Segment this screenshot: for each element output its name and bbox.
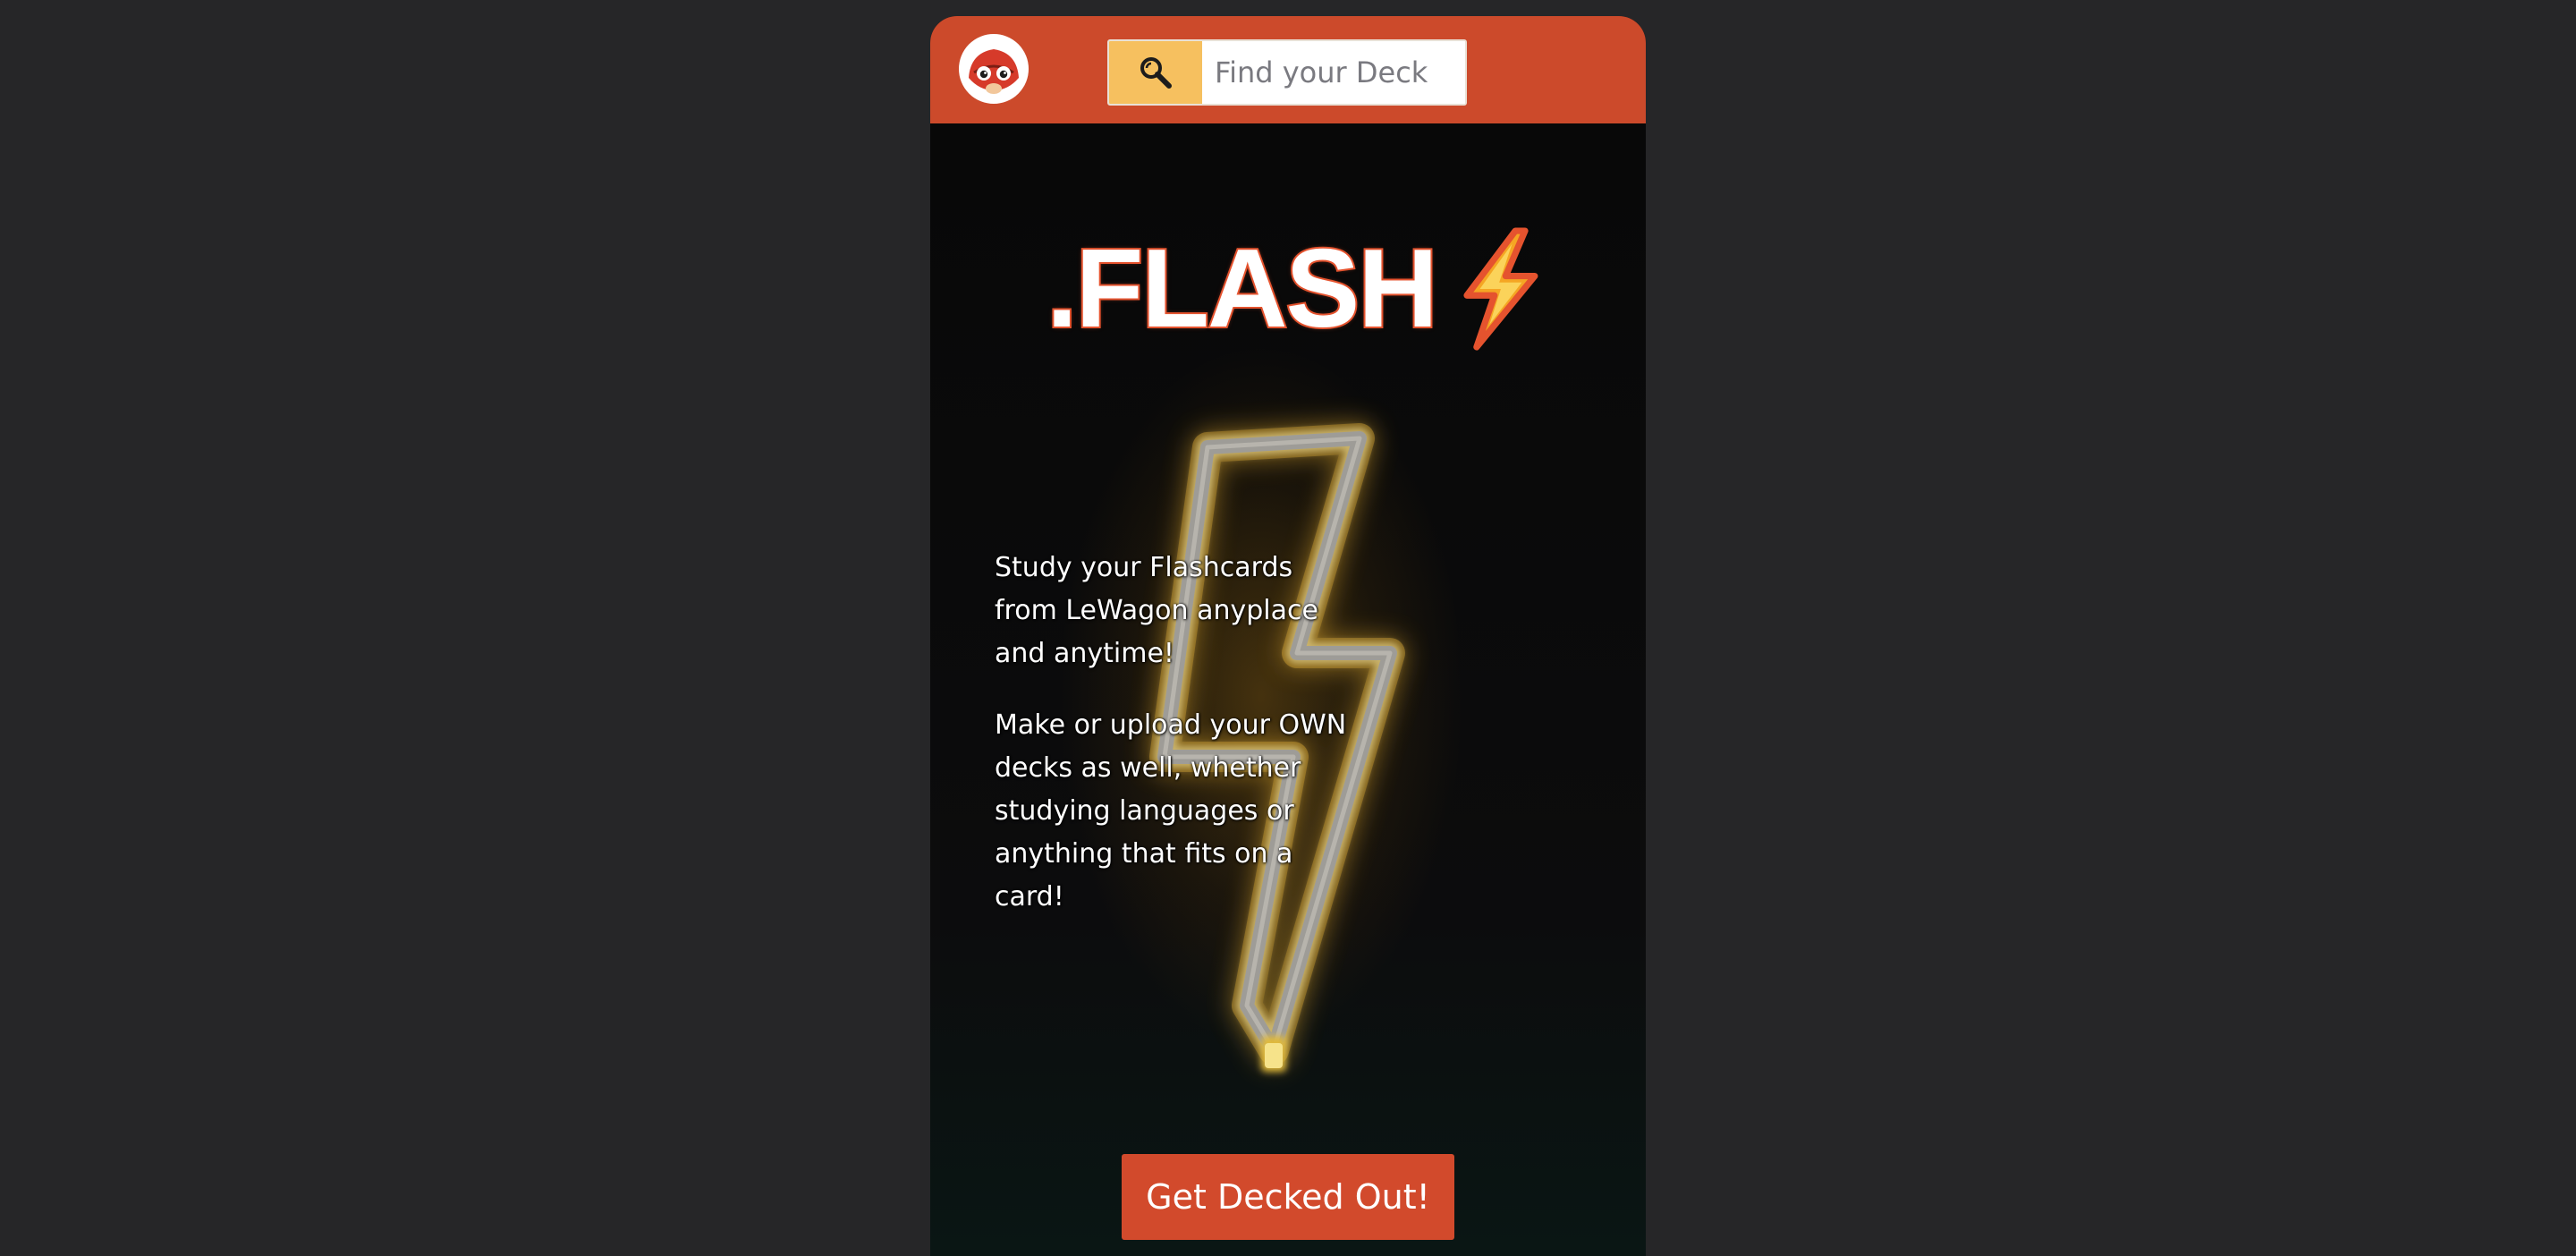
search-icon [1140,57,1172,89]
intro-paragraph: Study your Flashcards from LeWagon anypl… [995,552,1318,669]
mascot-icon [962,37,1026,101]
decks-paragraph: Make or upload your OWN decks as well, w… [995,709,1347,912]
avatar[interactable] [959,34,1029,104]
search-input[interactable] [1202,41,1465,104]
mobile-frame: .FLASH Study your Flashcards from LeWago… [930,16,1646,1256]
get-decked-out-button[interactable]: Get Decked Out! [1122,1154,1454,1240]
search-bar [1107,39,1467,106]
brand-logo: .FLASH [1045,217,1547,361]
brand-title: .FLASH [1045,225,1440,352]
search-button[interactable] [1109,41,1202,104]
navbar [930,16,1646,123]
hero-section: .FLASH Study your Flashcards from LeWago… [930,123,1646,1256]
lightning-bolt-icon [1463,227,1538,351]
